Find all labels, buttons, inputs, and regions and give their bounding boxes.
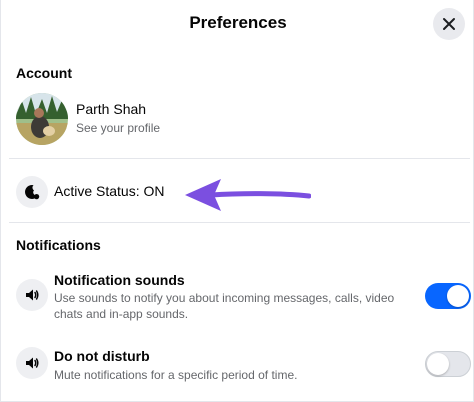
toggle-knob [427, 353, 449, 375]
notification-sounds-icon-wrap [16, 279, 48, 311]
toggle-knob [447, 285, 469, 307]
speaker-icon [26, 289, 39, 301]
do-not-disturb-icon-wrap [16, 347, 48, 379]
preferences-dialog: Preferences Account Parth Shah See your … [0, 0, 474, 402]
do-not-disturb-description: Mute notifications for a specific period… [54, 368, 298, 382]
see-profile-link[interactable]: See your profile [76, 121, 160, 135]
notification-sounds-title: Notification sounds [54, 272, 185, 288]
divider [9, 158, 470, 159]
speaker-icon [26, 357, 39, 369]
notification-sounds-description: Use sounds to notify you about incoming … [54, 291, 395, 321]
do-not-disturb-toggle[interactable] [425, 351, 471, 377]
annotation-arrow-icon [185, 179, 311, 211]
active-status-icon-wrap[interactable] [16, 176, 48, 208]
avatar[interactable] [16, 93, 68, 145]
dialog-title: Preferences [189, 13, 287, 32]
account-section-title: Account [16, 65, 72, 81]
active-status-label[interactable]: Active Status: ON [54, 183, 164, 199]
profile-photo [16, 93, 68, 145]
dialog-header: Preferences [1, 0, 474, 48]
profile-name[interactable]: Parth Shah [76, 101, 146, 117]
divider [9, 222, 470, 223]
close-icon [443, 18, 455, 30]
close-button[interactable] [433, 8, 465, 40]
notifications-section-title: Notifications [16, 237, 101, 253]
notification-sounds-toggle[interactable] [425, 283, 471, 309]
do-not-disturb-title: Do not disturb [54, 348, 150, 364]
active-status-icon [25, 185, 40, 200]
